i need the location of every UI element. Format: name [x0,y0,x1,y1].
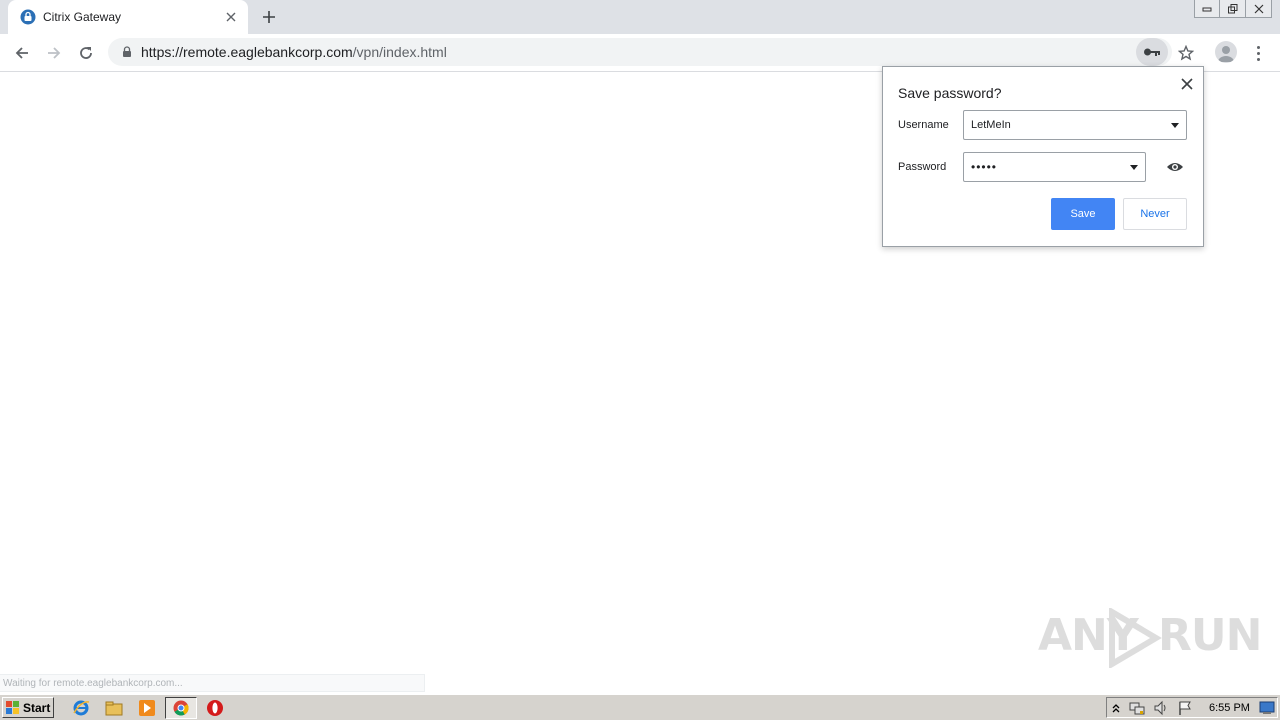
start-button[interactable]: Start [2,697,54,718]
window-controls [1194,0,1272,20]
eye-icon[interactable] [1166,160,1184,174]
username-select[interactable]: LetMeIn [963,110,1187,140]
internet-explorer-icon[interactable] [72,699,90,717]
windows-logo-icon [6,700,19,714]
citrix-favicon-icon [20,9,36,25]
reload-button[interactable] [74,41,98,65]
system-tray: 6:55 PM [1106,697,1278,718]
tab-citrix-gateway[interactable]: Citrix Gateway [8,0,248,34]
explorer-icon[interactable] [105,699,123,717]
action-center-flag-icon[interactable] [1177,700,1193,716]
back-arrow-icon [15,47,28,59]
save-password-dialog: Save password? Username LetMeIn Password… [882,66,1204,247]
bookmark-star-icon[interactable] [1176,41,1196,65]
tab-title: Citrix Gateway [43,10,122,24]
username-value: LetMeIn [971,119,1011,131]
close-window-button[interactable] [1246,0,1272,18]
tab-close-icon[interactable] [223,9,239,25]
password-value: ••••• [971,160,998,174]
anyrun-watermark-logo: ANY RUN [1036,606,1262,670]
lock-icon [123,46,131,57]
url-path: /vpn/index.html [352,44,447,60]
url-host: https://remote.eaglebankcorp.com [141,44,353,60]
forward-arrow-icon [48,47,61,59]
close-icon[interactable] [1179,76,1195,92]
windows-taskbar: Start 6:55 PM [0,694,1280,720]
url-text: https://remote.eaglebankcorp.com/vpn/ind… [141,44,447,60]
password-select[interactable]: ••••• [963,152,1146,182]
clock[interactable]: 6:55 PM [1209,702,1250,714]
chevron-up-icon[interactable] [1111,702,1121,714]
chrome-taskbar-button[interactable] [165,697,197,719]
opera-icon[interactable] [206,699,224,717]
forward-button[interactable] [42,41,66,65]
tab-strip: Citrix Gateway [0,0,1280,34]
username-label: Username [898,119,949,131]
volume-icon[interactable] [1153,700,1169,716]
dialog-title: Save password? [898,85,1002,101]
chevron-down-icon [1171,123,1179,128]
media-player-icon[interactable] [138,699,156,717]
new-tab-button[interactable] [258,6,280,28]
kebab-menu-icon[interactable] [1250,42,1266,64]
start-label: Start [23,700,51,715]
network-icon[interactable] [1129,700,1145,716]
status-bubble: Waiting for remote.eaglebankcorp.com... [0,674,425,692]
minimize-button[interactable] [1194,0,1220,18]
password-label: Password [898,161,947,173]
restore-button[interactable] [1220,0,1246,18]
address-bar[interactable]: https://remote.eaglebankcorp.com/vpn/ind… [108,38,1172,66]
back-button[interactable] [10,41,34,65]
never-button[interactable]: Never [1123,198,1187,230]
chrome-icon [173,700,189,716]
profile-avatar-icon[interactable] [1215,41,1237,63]
status-text: Waiting for remote.eaglebankcorp.com... [3,678,183,689]
reload-icon [80,47,92,59]
password-key-icon[interactable] [1136,38,1168,66]
chevron-down-icon [1130,165,1138,170]
show-desktop-icon[interactable] [1259,701,1275,715]
save-button[interactable]: Save [1051,198,1115,230]
